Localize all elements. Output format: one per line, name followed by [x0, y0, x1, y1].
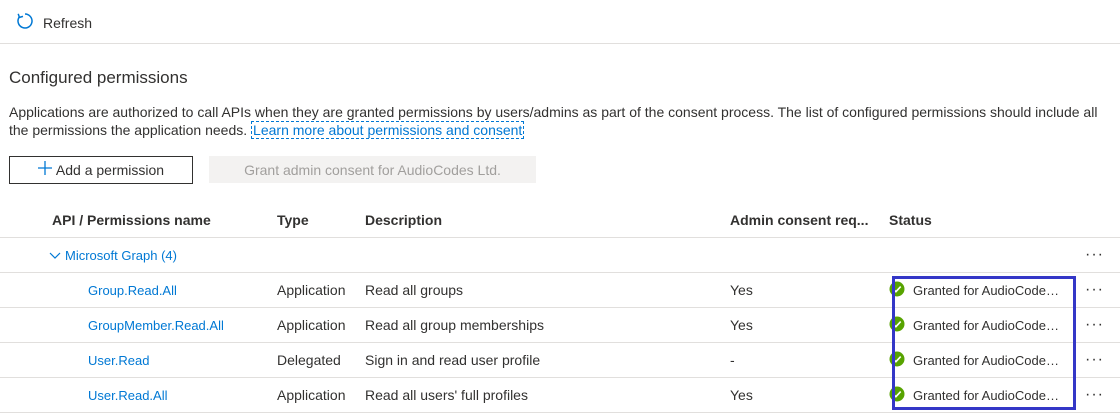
more-options-icon[interactable]: ···	[1085, 246, 1104, 263]
refresh-label: Refresh	[43, 15, 93, 31]
header-api-name: API / Permissions name	[0, 203, 277, 238]
permission-name-link[interactable]: GroupMember.Read.All	[52, 318, 224, 333]
permissions-table: API / Permissions name Type Description …	[0, 203, 1120, 413]
admin-consent-value: Yes	[730, 272, 889, 308]
group-row-microsoft-graph: Microsoft Graph (4) ···	[0, 237, 1120, 273]
check-circle-icon	[889, 386, 905, 405]
status-text: Granted for AudioCodes Ltd.	[913, 282, 1061, 298]
add-permission-button[interactable]: Add a permission	[9, 156, 193, 184]
description-text: Applications are authorized to call APIs…	[9, 104, 1098, 138]
permission-name-link[interactable]: User.Read.All	[52, 388, 167, 403]
header-status: Status	[889, 203, 1079, 238]
command-bar: Refresh	[0, 0, 1120, 44]
group-toggle[interactable]: Microsoft Graph (4)	[49, 248, 177, 263]
add-permission-label: Add a permission	[55, 162, 165, 178]
permission-type: Application	[277, 307, 365, 343]
check-circle-icon	[889, 316, 905, 335]
table-row: User.Read Delegated Sign in and read use…	[0, 342, 1120, 378]
table-row: User.Read.All Application Read all users…	[0, 377, 1120, 413]
permission-name-link[interactable]: Group.Read.All	[52, 283, 177, 298]
status-text: Granted for AudioCodes Ltd.	[913, 352, 1061, 368]
more-options-icon[interactable]: ···	[1085, 316, 1104, 333]
grant-admin-consent-label: Grant admin consent for AudioCodes Ltd.	[244, 161, 501, 178]
permission-type: Application	[277, 377, 365, 413]
table-row: Group.Read.All Application Read all grou…	[0, 272, 1120, 308]
status-badge: Granted for AudioCodes Ltd.	[889, 316, 1079, 335]
table-row: GroupMember.Read.All Application Read al…	[0, 307, 1120, 343]
grant-admin-consent-button[interactable]: Grant admin consent for AudioCodes Ltd.	[209, 156, 536, 183]
more-options-icon[interactable]: ···	[1085, 281, 1104, 298]
permission-type: Delegated	[277, 342, 365, 378]
refresh-icon	[15, 11, 35, 36]
plus-icon	[37, 160, 52, 176]
status-text: Granted for AudioCodes Ltd.	[913, 317, 1061, 333]
header-type: Type	[277, 203, 365, 238]
header-description: Description	[365, 203, 730, 238]
refresh-button[interactable]: Refresh	[15, 12, 92, 34]
section-title: Configured permissions	[9, 68, 188, 87]
permission-name-link[interactable]: User.Read	[52, 353, 149, 368]
group-label: Microsoft Graph (4)	[65, 248, 177, 263]
status-badge: Granted for AudioCodes Ltd.	[889, 386, 1079, 405]
status-badge: Granted for AudioCodes Ltd.	[889, 281, 1079, 300]
admin-consent-value: -	[730, 342, 889, 378]
permission-description: Read all users' full profiles	[365, 377, 730, 413]
section-description: Applications are authorized to call APIs…	[9, 103, 1104, 139]
permission-description: Read all groups	[365, 272, 730, 308]
admin-consent-value: Yes	[730, 307, 889, 343]
more-options-icon[interactable]: ···	[1085, 386, 1104, 403]
permission-description: Sign in and read user profile	[365, 342, 730, 378]
learn-more-link[interactable]: Learn more about permissions and consent	[251, 121, 525, 139]
check-circle-icon	[889, 351, 905, 370]
header-admin-consent[interactable]: Admin consent req...	[730, 203, 889, 238]
header-actions	[1079, 203, 1120, 238]
admin-consent-value: Yes	[730, 377, 889, 413]
status-text: Granted for AudioCodes Ltd.	[913, 387, 1061, 403]
status-badge: Granted for AudioCodes Ltd.	[889, 351, 1079, 370]
more-options-icon[interactable]: ···	[1085, 351, 1104, 368]
chevron-down-icon	[49, 248, 61, 263]
check-circle-icon	[889, 281, 905, 300]
permission-description: Read all group memberships	[365, 307, 730, 343]
table-header-row: API / Permissions name Type Description …	[0, 203, 1120, 238]
permission-type: Application	[277, 272, 365, 308]
